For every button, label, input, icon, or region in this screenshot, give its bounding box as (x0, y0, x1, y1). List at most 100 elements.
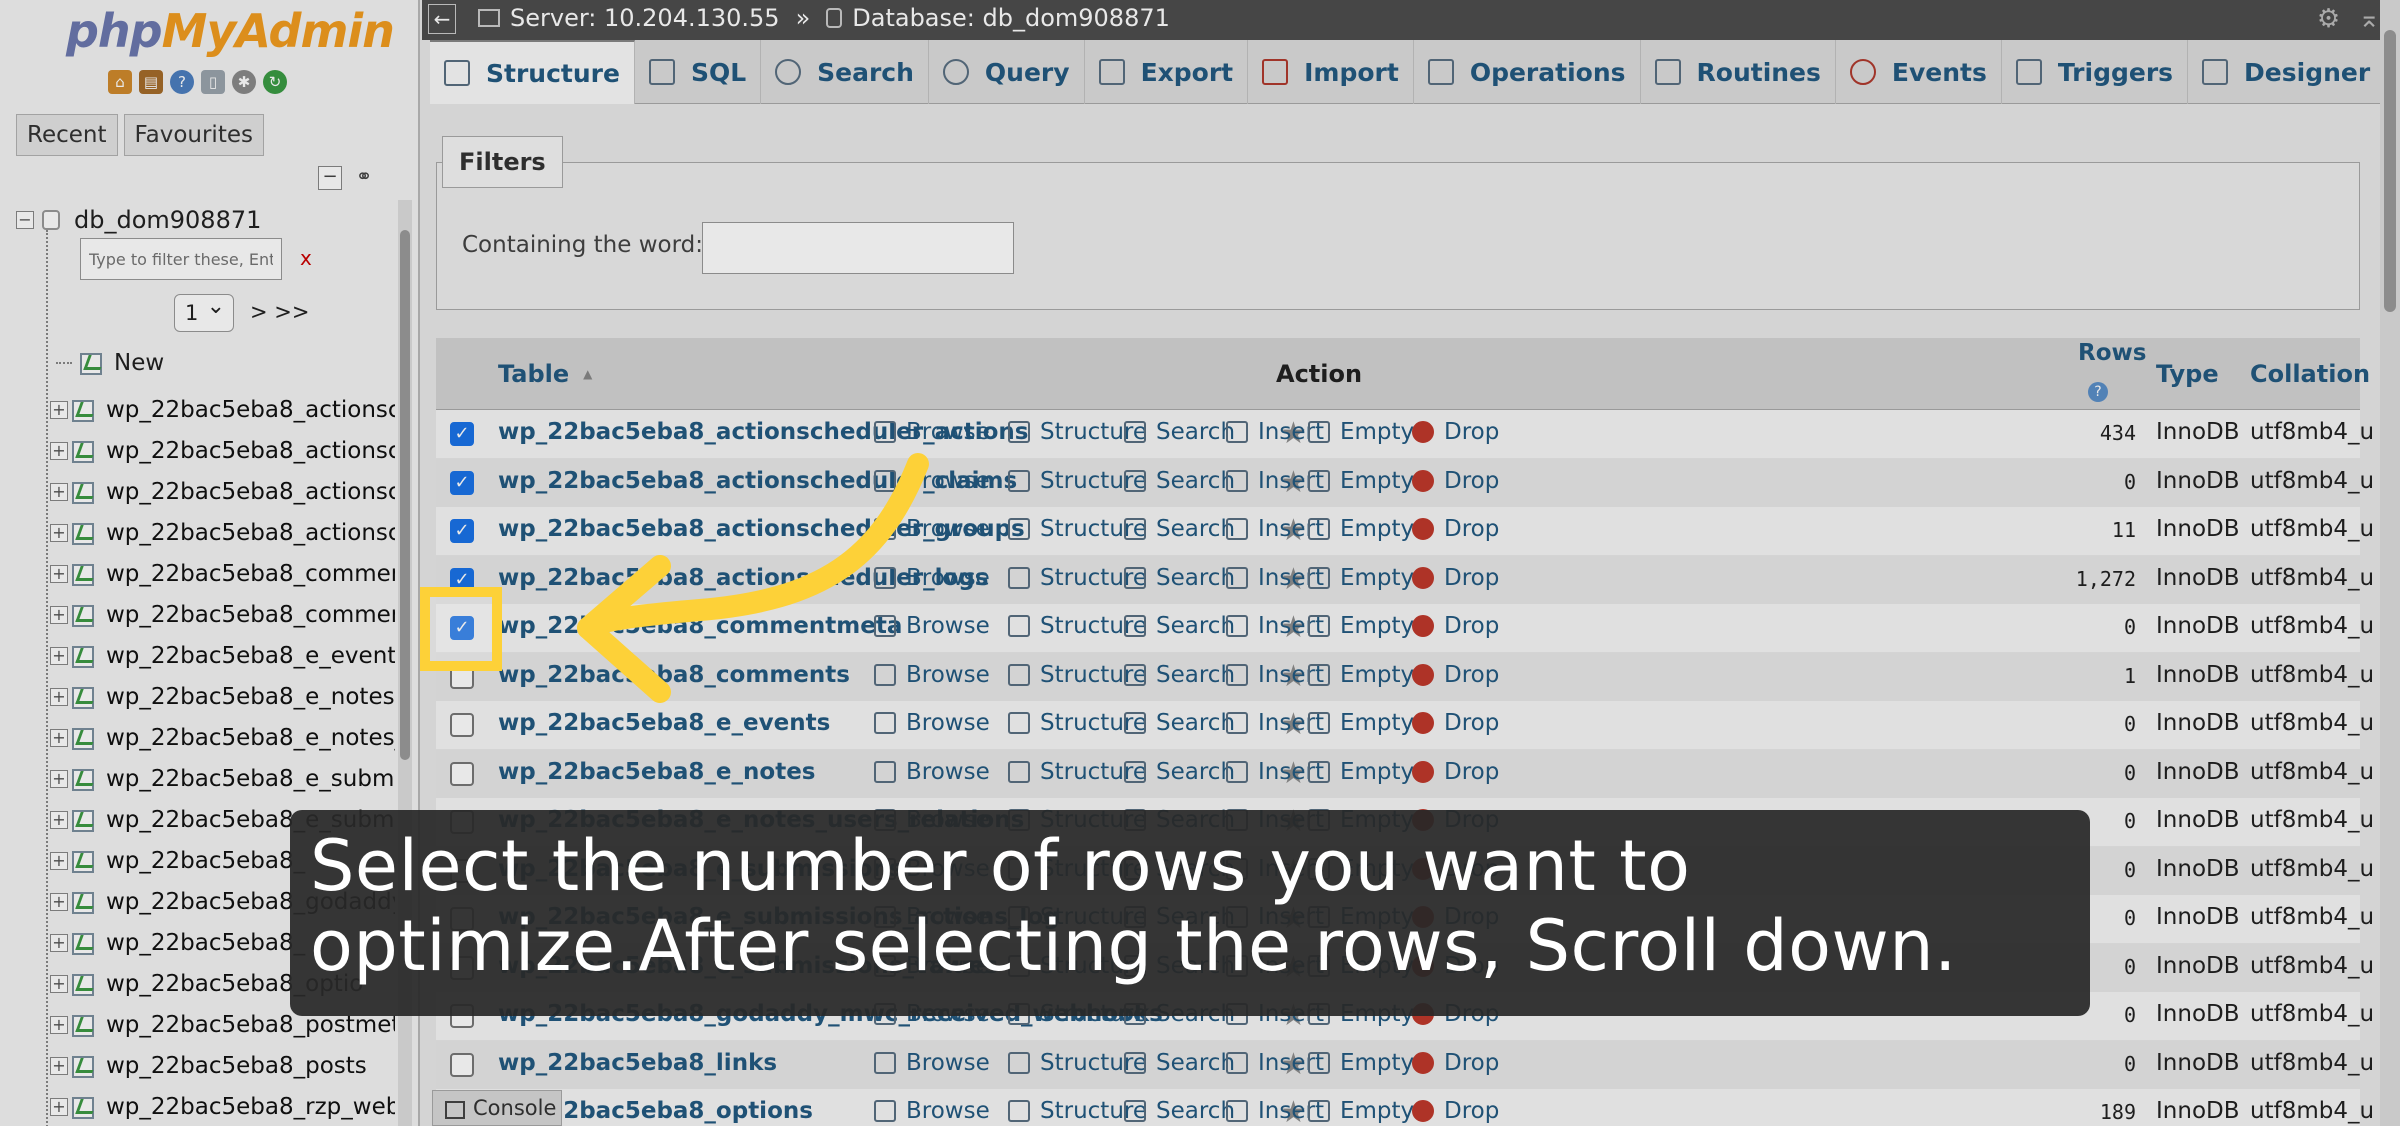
expand-table-icon[interactable]: + (50, 1057, 68, 1075)
empty-action-link[interactable]: Empty (1308, 565, 1414, 591)
row-checkbox[interactable] (450, 713, 474, 737)
tab-operations[interactable]: Operations (1414, 40, 1641, 104)
nav-table-item[interactable]: + wp_22bac5eba8_posts (50, 1046, 367, 1086)
empty-action-link[interactable]: Empty (1308, 468, 1414, 494)
browse-action-link[interactable]: Browse (874, 419, 990, 445)
nav-table-item[interactable]: + wp_22bac5eba8_comment (50, 595, 395, 635)
drop-action-link[interactable]: Drop (1412, 662, 1499, 688)
docs-icon[interactable]: ▯ (201, 70, 225, 94)
row-checkbox[interactable] (450, 761, 474, 786)
empty-action-link[interactable]: Empty (1308, 1050, 1414, 1076)
expand-table-icon[interactable]: + (50, 811, 68, 829)
rows-column-header[interactable]: Rows (2078, 340, 2146, 366)
browse-action-link[interactable]: Browse (874, 468, 990, 494)
drop-action-link[interactable]: Drop (1412, 516, 1499, 542)
table-name-link[interactable]: wp_22bac5eba8_commentmeta (498, 613, 902, 639)
link-icon[interactable]: ⚭ (352, 166, 376, 190)
nav-table-item[interactable]: + wp_22bac5eba8_e_submis (50, 759, 395, 799)
help-icon[interactable]: ? (170, 70, 194, 94)
search-action-link[interactable]: Search (1124, 613, 1235, 639)
main-scrollbar[interactable] (2380, 0, 2400, 1126)
tab-search[interactable]: Search (761, 40, 929, 104)
collapse-icon[interactable]: ⌅ (2358, 4, 2380, 34)
empty-action-link[interactable]: Empty (1308, 1098, 1414, 1124)
drop-action-link[interactable]: Drop (1412, 613, 1499, 639)
breadcrumb-server[interactable]: Server: 10.204.130.55 (510, 4, 780, 32)
collapse-all-icon[interactable]: − (318, 166, 342, 190)
reload-icon[interactable]: ↻ (263, 70, 287, 94)
search-action-link[interactable]: Search (1124, 565, 1235, 591)
table-name-link[interactable]: wp_22bac5eba8_e_events (498, 710, 830, 736)
browse-action-link[interactable]: Browse (874, 1050, 990, 1076)
tab-export[interactable]: Export (1085, 40, 1249, 104)
expand-table-icon[interactable]: + (50, 770, 68, 788)
browse-action-link[interactable]: Browse (874, 516, 990, 542)
main-scrollbar-thumb[interactable] (2384, 30, 2396, 312)
breadcrumb-database[interactable]: Database: db_dom908871 (852, 4, 1170, 32)
search-action-link[interactable]: Search (1124, 419, 1235, 445)
nav-table-item[interactable]: + wp_22bac5eba8_actionsch (50, 431, 395, 471)
table-name-link[interactable]: wp_22bac5eba8_comments (498, 662, 850, 688)
drop-action-link[interactable]: Drop (1412, 565, 1499, 591)
drop-action-link[interactable]: Drop (1412, 759, 1499, 785)
expand-table-icon[interactable]: + (50, 401, 68, 419)
table-name-link[interactable]: wp_22bac5eba8_links (498, 1050, 777, 1076)
expand-table-icon[interactable]: + (50, 729, 68, 747)
expand-table-icon[interactable]: + (50, 647, 68, 665)
recent-button[interactable]: Recent (16, 114, 118, 156)
browse-action-link[interactable]: Browse (874, 1098, 990, 1124)
table-column-header[interactable]: Table ▲ (498, 338, 592, 410)
expand-table-icon[interactable]: + (50, 852, 68, 870)
settings-icon[interactable]: ✱ (232, 70, 256, 94)
settings-gear-icon[interactable]: ⚙ (2317, 4, 2340, 34)
search-action-link[interactable]: Search (1124, 1098, 1235, 1124)
nav-table-item[interactable]: + wp_22bac5eba8_actionsch (50, 472, 395, 512)
empty-action-link[interactable]: Empty (1308, 419, 1414, 445)
nav-table-item[interactable]: + wp_22bac5eba8_ (50, 841, 305, 881)
search-action-link[interactable]: Search (1124, 710, 1235, 736)
nav-scrollbar-thumb[interactable] (400, 230, 410, 760)
expand-table-icon[interactable]: + (50, 606, 68, 624)
expand-table-icon[interactable]: + (50, 1098, 68, 1116)
tab-import[interactable]: Import (1248, 40, 1414, 104)
row-checkbox[interactable]: ✓ (450, 422, 474, 446)
nav-table-item[interactable]: + wp_22bac5eba8_actionsch (50, 390, 395, 430)
home-icon[interactable]: ⌂ (108, 70, 132, 94)
search-action-link[interactable]: Search (1124, 516, 1235, 542)
collation-column-header[interactable]: Collation (2250, 338, 2370, 410)
expand-table-icon[interactable]: + (50, 524, 68, 542)
expand-table-icon[interactable]: + (50, 688, 68, 706)
browse-action-link[interactable]: Browse (874, 613, 990, 639)
rows-help-icon[interactable]: ? (2088, 382, 2108, 402)
tab-sql[interactable]: SQL (635, 40, 762, 104)
search-action-link[interactable]: Search (1124, 468, 1235, 494)
tab-query[interactable]: Query (929, 40, 1085, 104)
back-arrow-icon[interactable]: ← (428, 4, 456, 34)
browse-action-link[interactable]: Browse (874, 759, 990, 785)
console-toggle[interactable]: Console (432, 1090, 562, 1126)
expand-table-icon[interactable]: + (50, 975, 68, 993)
tab-events[interactable]: Events (1836, 40, 2002, 104)
tab-designer[interactable]: Designer (2188, 40, 2386, 104)
expand-table-icon[interactable]: + (50, 442, 68, 460)
search-action-link[interactable]: Search (1124, 1050, 1235, 1076)
expand-table-icon[interactable]: + (50, 483, 68, 501)
table-name-link[interactable]: wp_22bac5eba8_e_notes (498, 759, 816, 785)
row-checkbox[interactable] (450, 1052, 474, 1077)
nav-table-item[interactable]: + wp_22bac5eba8_e_events (50, 636, 395, 676)
search-action-link[interactable]: Search (1124, 759, 1235, 785)
empty-action-link[interactable]: Empty (1308, 662, 1414, 688)
containing-word-input[interactable] (702, 222, 1014, 274)
browse-action-link[interactable]: Browse (874, 565, 990, 591)
logout-icon[interactable]: ▤ (139, 70, 163, 94)
tab-triggers[interactable]: Triggers (2002, 40, 2189, 104)
drop-action-link[interactable]: Drop (1412, 710, 1499, 736)
tab-routines[interactable]: Routines (1641, 40, 1836, 104)
favourites-button[interactable]: Favourites (123, 114, 264, 156)
expand-table-icon[interactable]: + (50, 934, 68, 952)
drop-action-link[interactable]: Drop (1412, 468, 1499, 494)
drop-action-link[interactable]: Drop (1412, 1050, 1499, 1076)
empty-action-link[interactable]: Empty (1308, 516, 1414, 542)
nav-table-item[interactable]: + wp_22bac5eba8_e_notes (50, 677, 395, 717)
phpmyadmin-logo[interactable]: phpMyAdmin (66, 4, 395, 58)
